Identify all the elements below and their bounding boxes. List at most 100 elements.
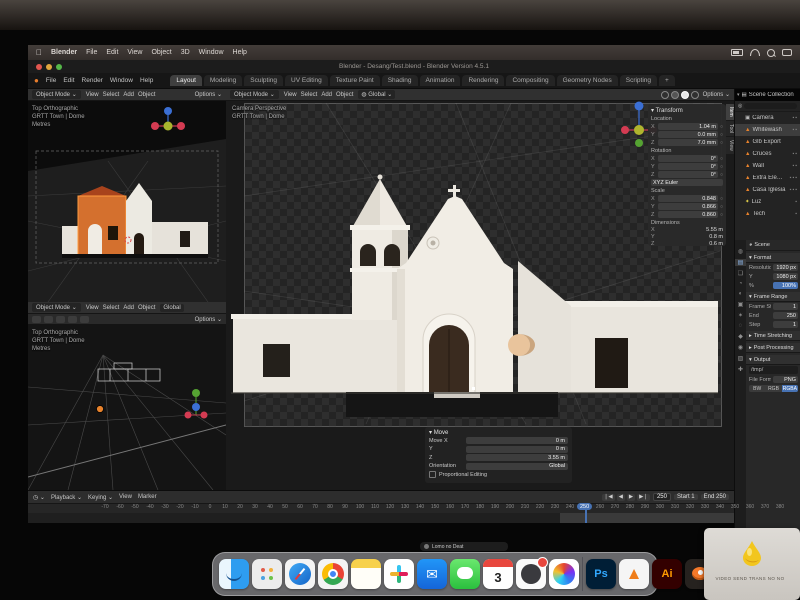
dock-icon[interactable] — [219, 559, 249, 589]
apple-menu-icon[interactable]:  — [36, 48, 42, 57]
property-value-field[interactable]: 250 — [773, 312, 798, 319]
options-dropdown[interactable]: Options ⌄ — [195, 316, 222, 323]
tool-icon[interactable] — [44, 316, 53, 323]
transport-button[interactable]: ▶ — [627, 494, 635, 501]
outliner-row[interactable]: ✦ Luz ▪ — [735, 196, 800, 208]
dock-icon[interactable]: Ai — [652, 559, 682, 589]
menubar-item[interactable]: Window — [199, 49, 224, 56]
properties-tab-icon[interactable]: ▣ — [735, 301, 746, 308]
menubar-item[interactable]: 3D — [181, 49, 190, 56]
output-path-field[interactable]: /tmp/ — [749, 366, 798, 374]
workspace-tab[interactable]: Layout — [170, 75, 202, 86]
options-dropdown[interactable]: Options ⌄ — [703, 91, 730, 98]
operator-move-panel[interactable]: ▾ Move Move X 0 m Y 0 m Z 3.55 m — [425, 427, 572, 483]
properties-tab-icon[interactable]: ◐ — [735, 291, 746, 297]
outliner-row[interactable]: ▲ Cruces ▪▪ — [735, 148, 800, 160]
menubar-item[interactable]: Help — [233, 49, 247, 56]
orientation-dropdown[interactable]: ◍ Global ⌄ — [358, 90, 395, 99]
lock-icon[interactable]: ○ — [720, 164, 723, 170]
dock-icon[interactable] — [619, 559, 649, 589]
location-y-field[interactable]: 0.0 mm — [658, 131, 718, 138]
dock-icon[interactable] — [351, 559, 381, 589]
mode-dropdown[interactable]: Object Mode ⌄ — [32, 303, 81, 312]
transport-button[interactable]: ▶❘ — [637, 494, 650, 501]
visibility-toggles[interactable]: ▪▪ — [792, 163, 798, 169]
workspace-tab[interactable]: Geometry Nodes — [557, 75, 618, 86]
dock-icon[interactable] — [285, 559, 315, 589]
material-shading-button[interactable] — [681, 91, 689, 99]
transform-panel-title[interactable]: ▾ Transform — [651, 107, 723, 114]
scale-y-field[interactable]: 0.866 — [658, 203, 718, 210]
rotation-y-field[interactable]: 0° — [658, 163, 718, 170]
post-processing-panel-header[interactable]: ▸ Post Processing — [746, 343, 800, 353]
lock-icon[interactable]: ○ — [720, 132, 723, 138]
properties-tab-icon[interactable]: ▤ — [735, 259, 746, 266]
outliner-search-input[interactable] — [744, 103, 797, 109]
tool-icon[interactable] — [32, 316, 41, 323]
properties-tab-icon[interactable]: ◆ — [735, 333, 746, 340]
viewport-menu[interactable]: Select — [301, 92, 318, 98]
visibility-toggles[interactable]: ▪ — [795, 199, 798, 205]
mode-dropdown[interactable]: Object Mode ⌄ — [32, 90, 81, 99]
viewport-bottom-left[interactable]: Object Mode ⌄ ViewSelectAddObject Global… — [28, 302, 226, 490]
operator-value-field[interactable]: 0 m — [466, 437, 568, 444]
visibility-toggles[interactable]: ▪▪ — [792, 151, 798, 157]
properties-tab-icon[interactable]: ❏ — [735, 270, 746, 277]
workspace-tab[interactable]: + — [659, 75, 675, 86]
property-value-field[interactable]: 1920 px — [773, 264, 798, 271]
color-mode-option[interactable]: RGBA — [782, 385, 798, 392]
viewport-menu[interactable]: Object — [138, 305, 155, 311]
scale-x-field[interactable]: 0.848 — [658, 195, 718, 202]
dock-icon[interactable]: Ps — [586, 559, 616, 589]
timeline-menu[interactable]: Playback ⌄ — [51, 494, 82, 501]
orientation-dropdown[interactable]: Global — [160, 304, 183, 312]
lock-icon[interactable]: ○ — [720, 212, 723, 218]
frame-start-field[interactable]: Start 1 — [674, 494, 698, 500]
outliner-row[interactable]: ▾ ▤ Scene Collection — [735, 89, 800, 101]
workspace-tab[interactable]: Sculpting — [244, 75, 283, 86]
menubar-item[interactable]: Object — [151, 49, 171, 56]
blender-logo-icon[interactable]: ● — [34, 76, 39, 85]
topbar-menu[interactable]: Edit — [63, 77, 74, 84]
dock-icon[interactable] — [252, 559, 282, 589]
dock-icon[interactable] — [516, 559, 546, 589]
outliner-row[interactable]: ▲ Casa Iglesia ▪▪▪ — [735, 184, 800, 196]
menubar-item[interactable]: Blender — [51, 49, 77, 56]
proportional-editing-checkbox[interactable] — [429, 471, 436, 478]
search-icon[interactable]: ◎ — [738, 103, 742, 109]
rendered-shading-button[interactable] — [691, 91, 699, 99]
orientation-field[interactable]: Global — [466, 463, 568, 470]
workspace-tab[interactable]: UV Editing — [285, 75, 328, 86]
tool-icon[interactable] — [68, 316, 77, 323]
format-panel-header[interactable]: ▾ Format — [746, 253, 800, 263]
timeline-menu[interactable]: Marker — [138, 494, 157, 501]
outliner-row[interactable]: ▲ Wall ▪▪ — [735, 160, 800, 172]
wifi-icon[interactable] — [750, 49, 760, 56]
lock-icon[interactable]: ○ — [720, 156, 723, 162]
rotation-x-field[interactable]: 0° — [658, 155, 718, 162]
properties-tab-icon[interactable]: ✚ — [735, 366, 746, 373]
topbar-menu[interactable]: Help — [140, 77, 153, 84]
viewport-menu[interactable]: View — [284, 92, 297, 98]
timeline-track[interactable] — [28, 513, 734, 523]
search-icon[interactable] — [767, 49, 775, 57]
topbar-menu[interactable]: File — [46, 77, 56, 84]
workspace-tab[interactable]: Rendering — [462, 75, 504, 86]
outliner-row[interactable]: ▲ Glb Export — [735, 136, 800, 148]
operator-value-field[interactable]: 3.55 m — [466, 454, 568, 461]
current-frame-field[interactable]: 250 — [653, 493, 671, 501]
viewport-menu[interactable]: Select — [103, 305, 120, 311]
viewport-top-left[interactable]: Object Mode ⌄ ViewSelectAddObject Option… — [28, 89, 226, 302]
lock-icon[interactable]: ○ — [720, 124, 723, 130]
viewport-menu[interactable]: Select — [103, 92, 120, 98]
editor-type-dropdown[interactable]: ◷ ⌄ — [33, 494, 45, 501]
dock-icon[interactable] — [384, 559, 414, 589]
workspace-tab[interactable]: Compositing — [506, 75, 554, 86]
workspace-tab[interactable]: Modeling — [204, 75, 242, 86]
viewport-menu[interactable]: Add — [123, 92, 134, 98]
viewport-menu[interactable]: Object — [138, 92, 155, 98]
menubar-item[interactable]: Edit — [106, 49, 118, 56]
dock-icon[interactable] — [417, 559, 447, 589]
properties-tab-icon[interactable]: ▨ — [735, 355, 746, 362]
properties-tab-icon[interactable]: ◌ — [735, 323, 746, 329]
